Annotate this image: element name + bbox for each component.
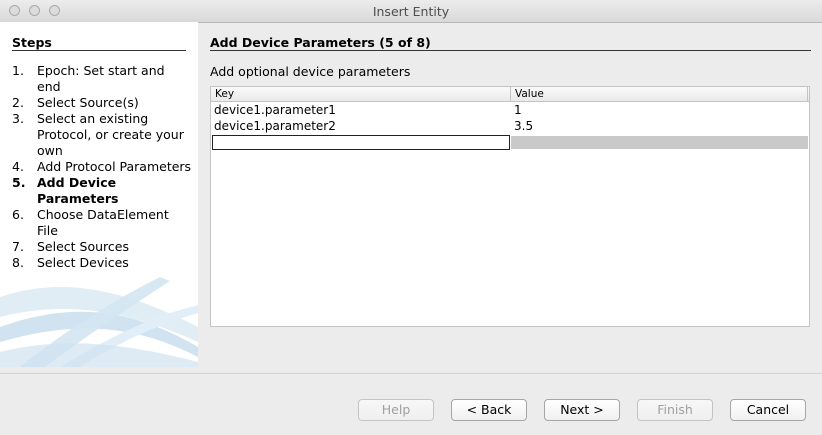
column-header-value[interactable]: Value <box>511 87 808 101</box>
value-cell[interactable]: 1 <box>511 102 808 118</box>
step-label: Select an existing Protocol, or create y… <box>37 111 184 158</box>
step-item: 7. Select Sources <box>12 239 192 255</box>
step-label: Add Protocol Parameters <box>37 159 192 174</box>
window-title: Insert Entity <box>372 4 450 19</box>
footer-divider <box>0 373 822 374</box>
step-number: 1. <box>12 63 24 78</box>
next-button[interactable]: Next > <box>544 399 620 421</box>
value-cell[interactable]: 3.5 <box>511 118 808 134</box>
step-item: 1. Epoch: Set start and end <box>12 63 192 95</box>
steps-heading: Steps <box>12 35 52 50</box>
new-key-input[interactable] <box>212 135 510 150</box>
step-number: 5. <box>12 175 26 190</box>
step-label: Select Devices <box>37 255 129 270</box>
window-titlebar: Insert Entity <box>0 0 822 23</box>
step-label: Epoch: Set start and end <box>37 63 165 94</box>
cancel-button[interactable]: Cancel <box>730 399 806 421</box>
title-divider <box>210 50 811 51</box>
table-header: Key Value <box>211 87 809 102</box>
table-row[interactable]: device1.parameter2 3.5 <box>211 118 809 134</box>
step-label: Select Sources <box>37 239 129 254</box>
step-label: Select Source(s) <box>37 95 139 110</box>
step-label: Choose DataElement File <box>37 207 169 238</box>
step-number: 2. <box>12 95 24 110</box>
help-button[interactable]: Help <box>358 399 434 421</box>
new-table-row[interactable] <box>211 135 809 150</box>
key-cell[interactable]: device1.parameter2 <box>211 118 511 134</box>
steps-sidebar: Steps 1. Epoch: Set start and end 2. Selec… <box>0 22 198 367</box>
step-number: 8. <box>12 255 24 270</box>
decorative-swoosh-graphic <box>0 277 198 367</box>
steps-list: 1. Epoch: Set start and end 2. Select Sour… <box>12 63 192 271</box>
new-value-cell[interactable] <box>511 136 808 149</box>
page-description: Add optional device parameters <box>210 64 411 79</box>
key-cell[interactable]: device1.parameter1 <box>211 102 511 118</box>
step-item: 8. Select Devices <box>12 255 192 271</box>
step-number: 7. <box>12 239 24 254</box>
step-item: 2. Select Source(s) <box>12 95 192 111</box>
step-number: 6. <box>12 207 24 222</box>
step-number: 3. <box>12 111 24 126</box>
step-item: 3. Select an existing Protocol, or create… <box>12 111 192 159</box>
back-button[interactable]: < Back <box>451 399 527 421</box>
column-header-key[interactable]: Key <box>211 87 511 101</box>
finish-button[interactable]: Finish <box>637 399 713 421</box>
page-title: Add Device Parameters (5 of 8) <box>210 35 431 50</box>
step-item: 6. Choose DataElement File <box>12 207 192 239</box>
step-item: 4. Add Protocol Parameters <box>12 159 192 175</box>
step-item-current: 5. Add Device Parameters <box>12 175 192 207</box>
table-row[interactable]: device1.parameter1 1 <box>211 102 809 118</box>
parameters-table: Key Value device1.parameter1 1 device1.p… <box>210 86 810 327</box>
step-label: Add Device Parameters <box>37 175 119 206</box>
steps-divider <box>12 50 186 51</box>
step-number: 4. <box>12 159 24 174</box>
